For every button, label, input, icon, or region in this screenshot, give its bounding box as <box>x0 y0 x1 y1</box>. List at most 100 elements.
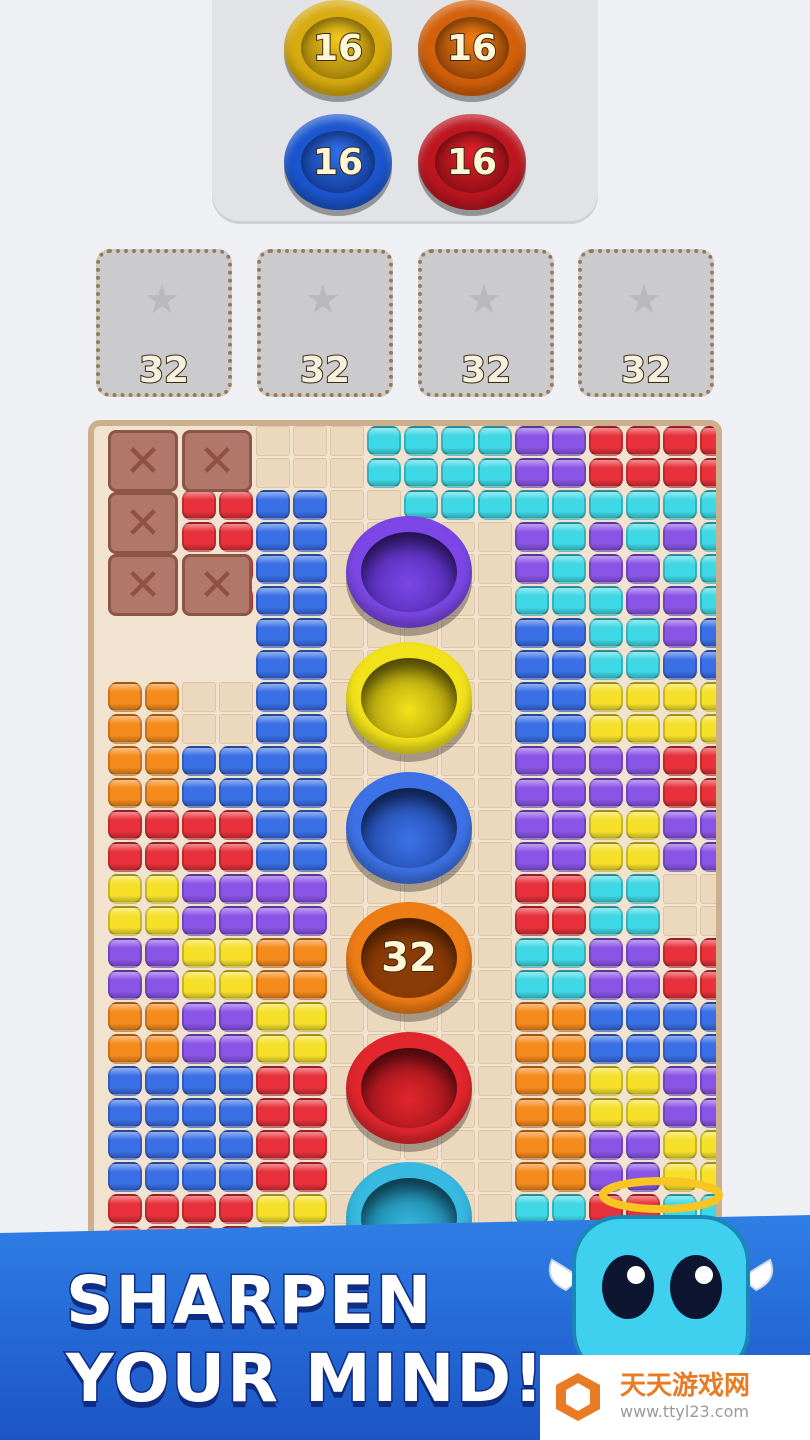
jelly-block[interactable] <box>515 650 549 680</box>
jelly-block[interactable] <box>293 1162 327 1192</box>
jelly-block[interactable] <box>700 938 716 968</box>
jelly-block[interactable] <box>589 618 623 648</box>
jelly-block[interactable] <box>293 1002 327 1032</box>
jelly-block[interactable] <box>256 842 290 872</box>
jelly-block[interactable] <box>552 970 586 1000</box>
jelly-block[interactable] <box>256 1098 290 1128</box>
jelly-block[interactable] <box>293 490 327 520</box>
jelly-block[interactable] <box>700 810 716 840</box>
jelly-block[interactable] <box>589 682 623 712</box>
jelly-block[interactable] <box>441 458 475 488</box>
jelly-block[interactable] <box>626 1034 660 1064</box>
jelly-block[interactable] <box>515 970 549 1000</box>
jelly-block[interactable] <box>515 682 549 712</box>
jelly-block[interactable] <box>552 554 586 584</box>
jelly-block[interactable] <box>293 618 327 648</box>
jelly-block[interactable] <box>589 522 623 552</box>
jelly-block[interactable] <box>256 682 290 712</box>
jelly-block[interactable] <box>589 650 623 680</box>
jelly-block[interactable] <box>552 618 586 648</box>
jelly-block[interactable] <box>552 458 586 488</box>
jelly-block[interactable] <box>182 746 216 776</box>
jelly-block[interactable] <box>663 970 697 1000</box>
jelly-block[interactable] <box>626 1066 660 1096</box>
jelly-block[interactable] <box>589 1098 623 1128</box>
jelly-block[interactable] <box>256 1130 290 1160</box>
jelly-block[interactable] <box>700 778 716 808</box>
jelly-block[interactable] <box>367 426 401 456</box>
jelly-block[interactable] <box>108 1130 142 1160</box>
jelly-block[interactable] <box>256 618 290 648</box>
jelly-block[interactable] <box>256 1194 290 1224</box>
jelly-block[interactable] <box>515 426 549 456</box>
jelly-block[interactable] <box>552 650 586 680</box>
jelly-block[interactable] <box>108 714 142 744</box>
jelly-block[interactable] <box>663 426 697 456</box>
jelly-block[interactable] <box>182 778 216 808</box>
jelly-block[interactable] <box>293 554 327 584</box>
jelly-block[interactable] <box>700 1066 716 1096</box>
jelly-block[interactable] <box>293 938 327 968</box>
jelly-block[interactable] <box>626 938 660 968</box>
jelly-block[interactable] <box>552 1034 586 1064</box>
jelly-block[interactable] <box>182 970 216 1000</box>
jelly-block[interactable] <box>663 682 697 712</box>
jelly-block[interactable] <box>589 714 623 744</box>
jelly-block[interactable] <box>663 842 697 872</box>
jelly-block[interactable] <box>256 650 290 680</box>
jelly-block[interactable] <box>589 1034 623 1064</box>
jelly-block[interactable] <box>515 1130 549 1160</box>
jelly-block[interactable] <box>256 1162 290 1192</box>
jelly-block[interactable] <box>219 1002 253 1032</box>
jelly-block[interactable] <box>108 938 142 968</box>
jelly-block[interactable] <box>700 1034 716 1064</box>
jelly-block[interactable] <box>182 906 216 936</box>
jelly-block[interactable] <box>145 714 179 744</box>
jelly-block[interactable] <box>256 714 290 744</box>
jelly-block[interactable] <box>589 1066 623 1096</box>
jelly-block[interactable] <box>515 714 549 744</box>
jelly-block[interactable] <box>145 810 179 840</box>
jelly-block[interactable] <box>515 810 549 840</box>
jelly-block[interactable] <box>663 1066 697 1096</box>
jelly-block[interactable] <box>293 746 327 776</box>
jelly-block[interactable] <box>256 906 290 936</box>
jelly-block[interactable] <box>552 426 586 456</box>
jelly-block[interactable] <box>108 970 142 1000</box>
jelly-block[interactable] <box>182 1098 216 1128</box>
jelly-block[interactable] <box>589 906 623 936</box>
jelly-block[interactable] <box>515 618 549 648</box>
jelly-block[interactable] <box>256 490 290 520</box>
jelly-block[interactable] <box>700 490 716 520</box>
jelly-block[interactable] <box>700 554 716 584</box>
jelly-block[interactable] <box>108 1194 142 1224</box>
jelly-block[interactable] <box>145 842 179 872</box>
jelly-block[interactable] <box>552 746 586 776</box>
jelly-block[interactable] <box>552 682 586 712</box>
jelly-block[interactable] <box>700 522 716 552</box>
jelly-block[interactable] <box>589 458 623 488</box>
jelly-block[interactable] <box>515 1002 549 1032</box>
jelly-block[interactable] <box>293 1066 327 1096</box>
jelly-block[interactable] <box>700 1002 716 1032</box>
jelly-block[interactable] <box>663 650 697 680</box>
jelly-block[interactable] <box>108 778 142 808</box>
jelly-block[interactable] <box>108 1098 142 1128</box>
jelly-block[interactable] <box>552 1066 586 1096</box>
jelly-block[interactable] <box>589 778 623 808</box>
jelly-block[interactable] <box>219 490 253 520</box>
jelly-block[interactable] <box>552 522 586 552</box>
jelly-block[interactable] <box>182 1034 216 1064</box>
jelly-block[interactable] <box>219 938 253 968</box>
jelly-block[interactable] <box>663 810 697 840</box>
jelly-block[interactable] <box>219 778 253 808</box>
jelly-block[interactable] <box>663 938 697 968</box>
jelly-block[interactable] <box>219 1066 253 1096</box>
jelly-block[interactable] <box>256 586 290 616</box>
jelly-block[interactable] <box>663 778 697 808</box>
jelly-block[interactable] <box>515 490 549 520</box>
jelly-block[interactable] <box>182 522 216 552</box>
jelly-block[interactable] <box>145 746 179 776</box>
jelly-block[interactable] <box>219 906 253 936</box>
jelly-block[interactable] <box>700 426 716 456</box>
